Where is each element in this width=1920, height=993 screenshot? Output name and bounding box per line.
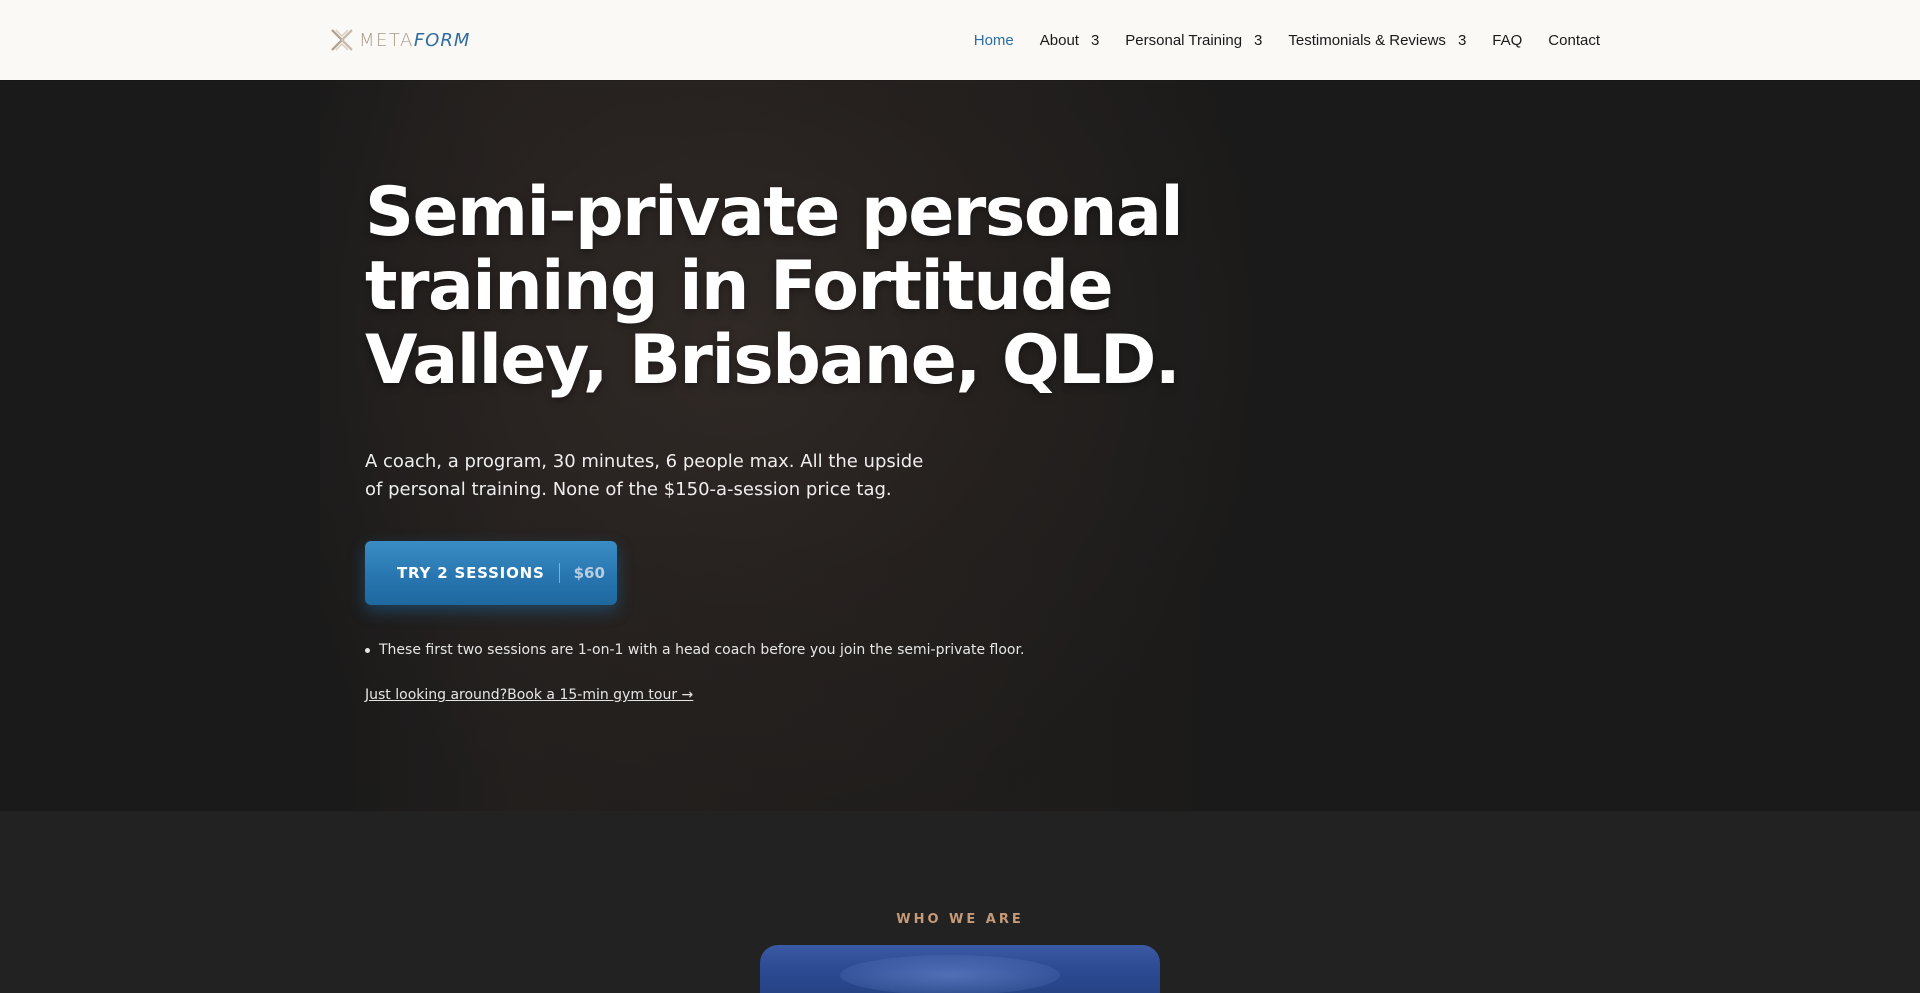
who-we-are-section: WHO WE ARE bbox=[0, 811, 1920, 993]
tour-prefix: Just looking around? bbox=[365, 687, 508, 703]
nav-item-faq[interactable]: FAQ bbox=[1492, 32, 1522, 49]
cta-price: $60 bbox=[573, 564, 605, 582]
who-we-are-image bbox=[760, 945, 1160, 993]
dropdown-caret-icon: 3 bbox=[1090, 31, 1100, 49]
hero-bullet-note: These first two sessions are 1-on-1 with… bbox=[365, 642, 1024, 658]
nav-item-testimonials[interactable]: Testimonials & Reviews 3 bbox=[1288, 32, 1466, 49]
hero-subtitle: A coach, a program, 30 minutes, 6 people… bbox=[365, 451, 924, 500]
try-sessions-button[interactable]: TRY 2 SESSIONS $60 bbox=[365, 541, 617, 605]
section-eyebrow: WHO WE ARE bbox=[896, 912, 1024, 927]
nav-item-personal-training[interactable]: Personal Training 3 bbox=[1125, 32, 1262, 49]
dropdown-caret-icon: 3 bbox=[1254, 31, 1263, 49]
nav-label: Home bbox=[973, 31, 1014, 49]
nav-item-home[interactable]: Home bbox=[974, 32, 1014, 49]
cta-label: TRY 2 SESSIONS bbox=[397, 564, 545, 582]
nav-label: About bbox=[1039, 31, 1079, 49]
nav-label: Testimonials & Reviews bbox=[1288, 31, 1446, 49]
gym-tour-line: Just looking around?Book a 15-min gym to… bbox=[365, 687, 693, 703]
nav-item-about[interactable]: About 3 bbox=[1040, 32, 1100, 49]
nav-item-contact[interactable]: Contact bbox=[1548, 32, 1600, 49]
logo-text-form: FORM bbox=[413, 29, 471, 51]
nav-label: Contact bbox=[1548, 31, 1600, 49]
site-logo[interactable]: META FORM bbox=[329, 26, 470, 54]
dropdown-caret-icon: 3 bbox=[1457, 31, 1467, 49]
logo-icon bbox=[331, 29, 353, 51]
site-header: META FORM Home About 3 Personal Training… bbox=[0, 0, 1920, 80]
cta-divider bbox=[558, 563, 560, 583]
gym-tour-link[interactable]: Just looking around?Book a 15-min gym to… bbox=[365, 687, 693, 703]
hero-title: Semi-private personal training in Fortit… bbox=[365, 173, 1184, 400]
logo-text-meta: META bbox=[359, 29, 414, 51]
nav-label: Personal Training bbox=[1125, 31, 1243, 49]
hero-section: Semi-private personal training in Fortit… bbox=[0, 80, 1920, 811]
tour-link-text: Book a 15-min gym tour → bbox=[507, 687, 694, 703]
bullet-dot-icon bbox=[365, 647, 370, 653]
main-nav: Home About 3 Personal Training 3 Testimo… bbox=[974, 29, 1600, 51]
bullet-text: These first two sessions are 1-on-1 with… bbox=[379, 642, 1025, 658]
nav-label: FAQ bbox=[1492, 31, 1523, 49]
